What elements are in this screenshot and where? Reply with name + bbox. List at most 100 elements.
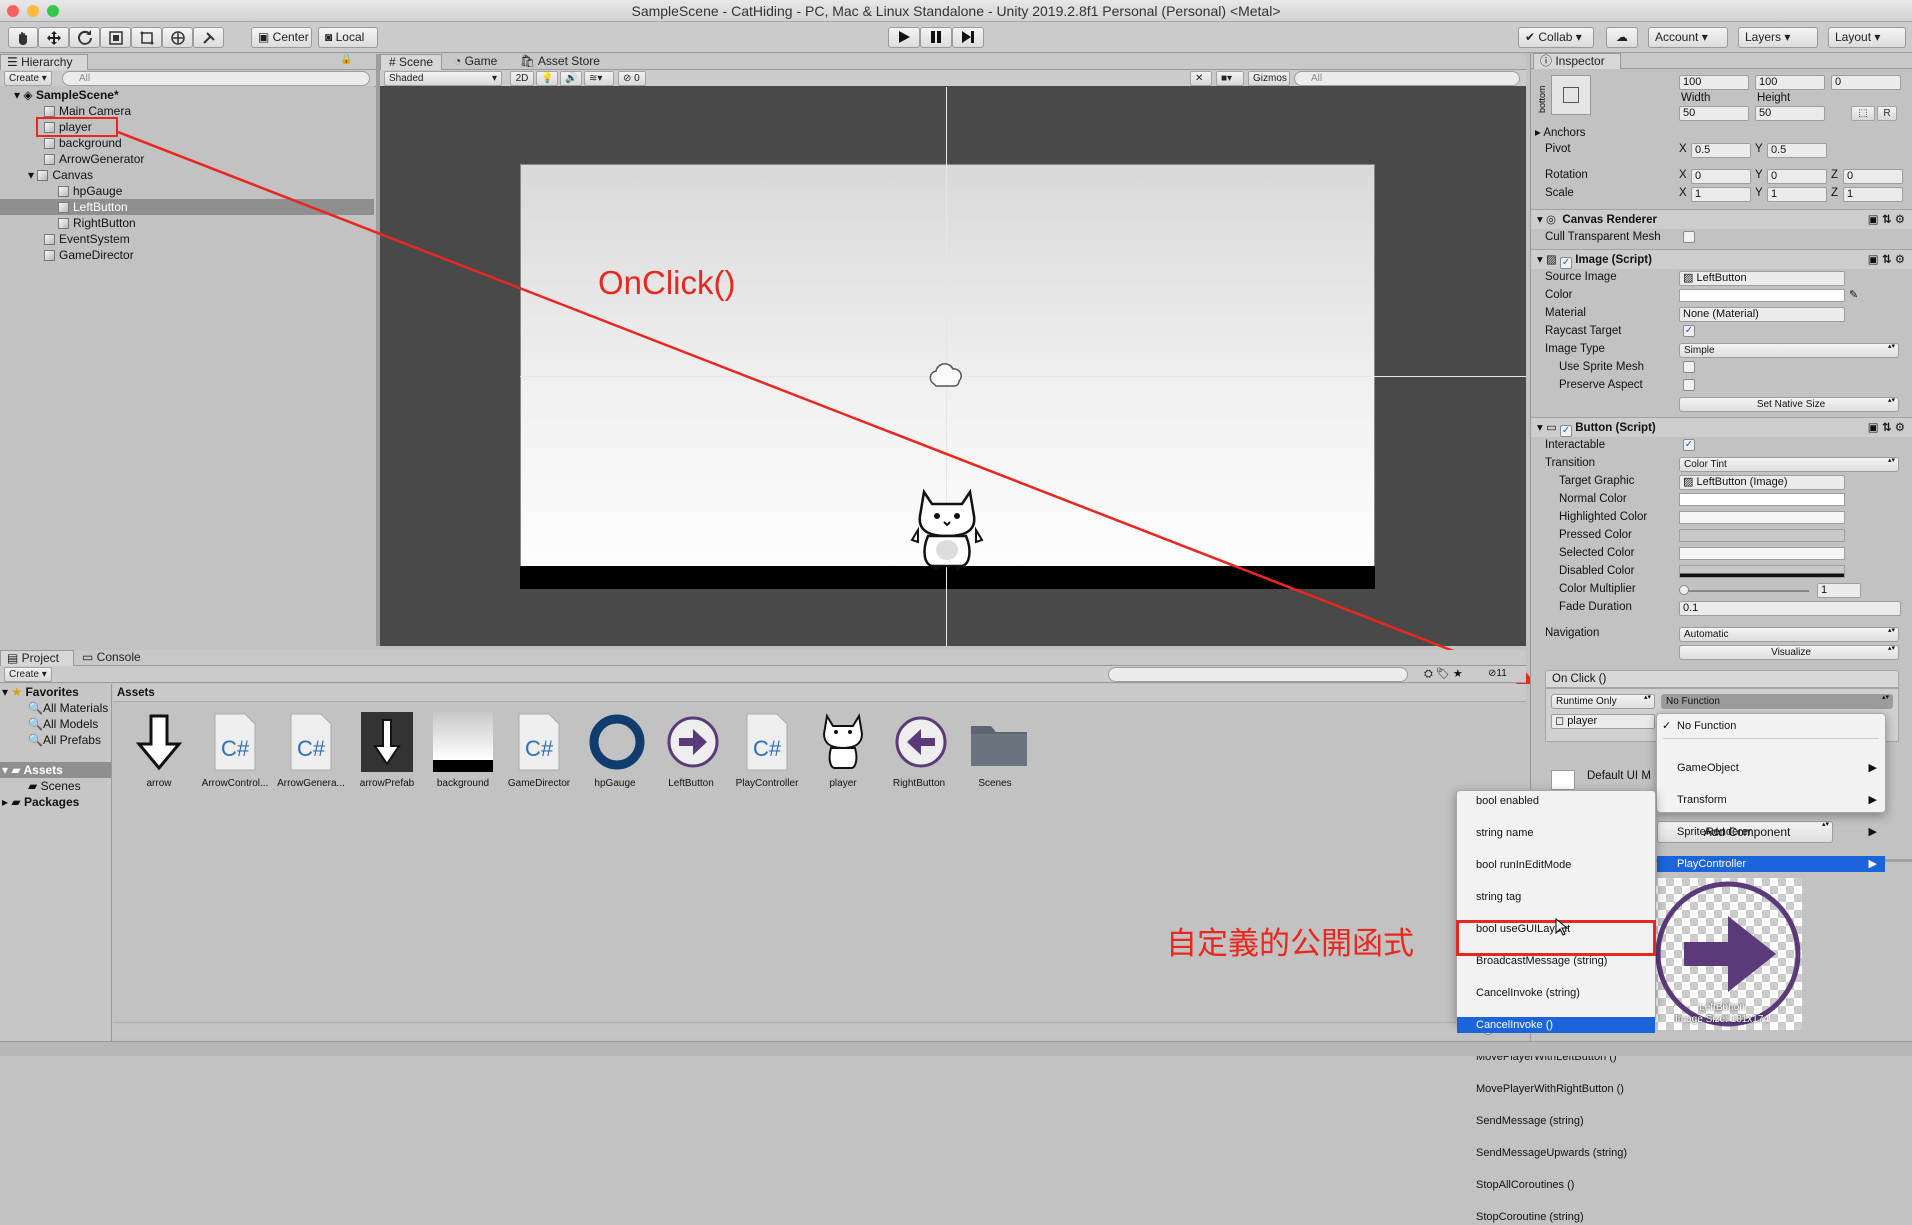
normal-color-field[interactable] bbox=[1679, 493, 1845, 506]
layers-dropdown[interactable]: Layers ▾ bbox=[1738, 27, 1818, 48]
function-dropdown[interactable]: No Function bbox=[1661, 694, 1893, 709]
eyedropper-icon[interactable]: ✎ bbox=[1849, 288, 1858, 301]
hierarchy-search-input[interactable]: All bbox=[62, 71, 370, 86]
asset-item[interactable]: Scenes bbox=[960, 712, 1030, 789]
target-graphic-field[interactable]: ▨ LeftButton (Image) bbox=[1679, 475, 1845, 490]
asset-item[interactable]: RightButton bbox=[884, 712, 954, 789]
hierarchy-item[interactable]: EventSystem bbox=[44, 231, 130, 247]
scale-z-field[interactable]: 1 bbox=[1843, 187, 1903, 202]
method-item-selected[interactable]: CancelInvoke () bbox=[1457, 1017, 1655, 1033]
button-enabled-checkbox[interactable]: ✓ bbox=[1560, 425, 1573, 437]
assets-folder[interactable]: ▾ ▰ Assets bbox=[0, 762, 111, 778]
pivot-x-field[interactable]: 0.5 bbox=[1691, 143, 1751, 158]
method-item[interactable]: StopCoroutine (string) bbox=[1457, 1209, 1655, 1225]
pressed-color-field[interactable] bbox=[1679, 529, 1845, 542]
tab-console[interactable]: ▭ Console bbox=[76, 650, 150, 666]
hierarchy-item[interactable]: RightButton bbox=[58, 215, 136, 231]
tools-toggle[interactable]: ✕ bbox=[1190, 71, 1212, 86]
layout-dropdown[interactable]: Layout ▾ bbox=[1828, 27, 1906, 48]
scenes-folder[interactable]: ▰ Scenes bbox=[28, 778, 81, 794]
selected-color-field[interactable] bbox=[1679, 547, 1845, 560]
favorite-item[interactable]: 🔍All Materials bbox=[28, 700, 108, 716]
shading-mode-dropdown[interactable]: Shaded ▾ bbox=[384, 71, 502, 86]
raw-edit-button[interactable]: R bbox=[1877, 106, 1897, 121]
gizmos-dropdown[interactable]: Gizmos ▾ bbox=[1248, 71, 1290, 97]
rect-tool-button[interactable] bbox=[131, 27, 162, 48]
blueprint-mode-button[interactable]: ⬚ bbox=[1851, 106, 1875, 121]
disabled-color-field[interactable] bbox=[1679, 565, 1845, 578]
hierarchy-item[interactable]: ArrowGenerator bbox=[44, 151, 144, 167]
cloud-button[interactable]: ☁ bbox=[1606, 27, 1638, 48]
asset-item[interactable]: C# PlayController bbox=[732, 712, 802, 789]
rotate-tool-button[interactable] bbox=[69, 27, 100, 48]
method-item[interactable]: string tag bbox=[1457, 889, 1655, 905]
button-component-header[interactable]: ▾ ▭ ✓ Button (Script) ▣ ⇅ ⚙ bbox=[1531, 417, 1912, 437]
hidden-packages-count[interactable]: ⊘11 bbox=[1488, 668, 1507, 679]
menu-item-playcontroller[interactable]: PlayController ▶ bbox=[1657, 856, 1885, 872]
asset-item[interactable]: C# ArrowControl... bbox=[200, 712, 270, 789]
hierarchy-item-canvas[interactable]: ▾ Canvas bbox=[28, 167, 93, 183]
pause-button[interactable] bbox=[920, 27, 952, 48]
navigation-dropdown[interactable]: Automatic bbox=[1679, 627, 1899, 642]
runtime-mode-dropdown[interactable]: Runtime Only bbox=[1551, 694, 1655, 709]
asset-item[interactable]: C# GameDirector bbox=[504, 712, 574, 789]
tab-asset-store[interactable]: 🛍 Asset Store bbox=[512, 54, 602, 70]
tab-hierarchy[interactable]: ☰ Hierarchy bbox=[0, 54, 88, 70]
pivot-y-field[interactable]: 0.5 bbox=[1767, 143, 1827, 158]
filter-icons[interactable]: ⛭ 🏷 ★ bbox=[1424, 667, 1463, 681]
multiplier-field[interactable]: 1 bbox=[1817, 583, 1861, 598]
method-item[interactable]: StopAllCoroutines () bbox=[1457, 1177, 1655, 1193]
tab-inspector[interactable]: ⓘ Inspector bbox=[1533, 53, 1621, 69]
height-field[interactable]: 50 bbox=[1755, 106, 1825, 121]
asset-item[interactable]: background bbox=[428, 712, 498, 789]
preserve-aspect-checkbox[interactable] bbox=[1683, 379, 1695, 391]
camera-dropdown[interactable]: ■▾ bbox=[1216, 71, 1244, 86]
close-window-button[interactable] bbox=[7, 5, 19, 17]
source-image-field[interactable]: ▨ LeftButton bbox=[1679, 271, 1845, 286]
image-type-dropdown[interactable]: Simple bbox=[1679, 343, 1899, 358]
component-menu-icons[interactable]: ▣ ⇅ ⚙ bbox=[1868, 250, 1905, 270]
highlighted-color-field[interactable] bbox=[1679, 511, 1845, 524]
multiplier-slider-knob[interactable] bbox=[1679, 585, 1689, 595]
lock-icon[interactable]: 🔒 bbox=[340, 54, 352, 65]
menu-item-gameobject[interactable]: GameObject ▶ bbox=[1657, 760, 1885, 776]
rotation-y-field[interactable]: 0 bbox=[1767, 169, 1827, 184]
hierarchy-item-selected[interactable]: LeftButton bbox=[0, 199, 374, 215]
pivot-local-button[interactable]: ◙ Local bbox=[318, 27, 378, 48]
tab-project[interactable]: ▤ Project bbox=[0, 650, 74, 666]
favorite-item[interactable]: 🔍All Models bbox=[28, 716, 98, 732]
target-object-field[interactable]: ◻ player bbox=[1551, 714, 1655, 729]
pivot-center-button[interactable]: ▣ Center bbox=[251, 27, 312, 48]
mode-2d-toggle[interactable]: 2D bbox=[510, 71, 534, 86]
interactable-checkbox[interactable]: ✓ bbox=[1683, 439, 1695, 451]
method-item[interactable]: SendMessage (string) bbox=[1457, 1113, 1655, 1129]
rotation-x-field[interactable]: 0 bbox=[1691, 169, 1751, 184]
method-item[interactable]: SendMessageUpwards (string) bbox=[1457, 1145, 1655, 1161]
asset-item[interactable]: hpGauge bbox=[580, 712, 650, 789]
scale-x-field[interactable]: 1 bbox=[1691, 187, 1751, 202]
set-native-size-button[interactable]: Set Native Size bbox=[1679, 397, 1899, 412]
asset-item[interactable]: arrowPrefab bbox=[352, 712, 422, 789]
hierarchy-item[interactable]: background bbox=[44, 135, 122, 151]
audio-toggle[interactable]: 🔊 bbox=[560, 71, 582, 86]
pos-x-field[interactable]: 100 bbox=[1679, 75, 1749, 90]
pos-z-field[interactable]: 0 bbox=[1831, 75, 1901, 90]
scene-search-input[interactable]: All bbox=[1294, 71, 1520, 86]
hand-tool-button[interactable] bbox=[8, 27, 38, 48]
method-item[interactable]: bool runInEditMode bbox=[1457, 857, 1655, 873]
zoom-window-button[interactable] bbox=[47, 5, 59, 17]
asset-item[interactable]: arrow bbox=[124, 712, 194, 789]
minimize-window-button[interactable] bbox=[27, 5, 39, 17]
method-item[interactable]: string name bbox=[1457, 825, 1655, 841]
transform-tool-button[interactable] bbox=[162, 27, 193, 48]
tab-game[interactable]: ◔ Game bbox=[446, 54, 508, 70]
component-menu-icons[interactable]: ▣ ⇅ ⚙ bbox=[1868, 210, 1905, 230]
anchor-preset-button[interactable] bbox=[1551, 75, 1591, 115]
assets-breadcrumb[interactable]: Assets bbox=[113, 684, 1526, 702]
favorite-item[interactable]: 🔍All Prefabs bbox=[28, 732, 101, 748]
image-component-header[interactable]: ▾ ▨ ✓ Image (Script) ▣ ⇅ ⚙ bbox=[1531, 249, 1912, 269]
hierarchy-item[interactable]: GameDirector bbox=[44, 247, 134, 263]
hierarchy-create-button[interactable]: Create ▾ bbox=[4, 71, 52, 86]
asset-item[interactable]: C# ArrowGenera... bbox=[276, 712, 346, 789]
move-tool-button[interactable] bbox=[38, 27, 69, 48]
